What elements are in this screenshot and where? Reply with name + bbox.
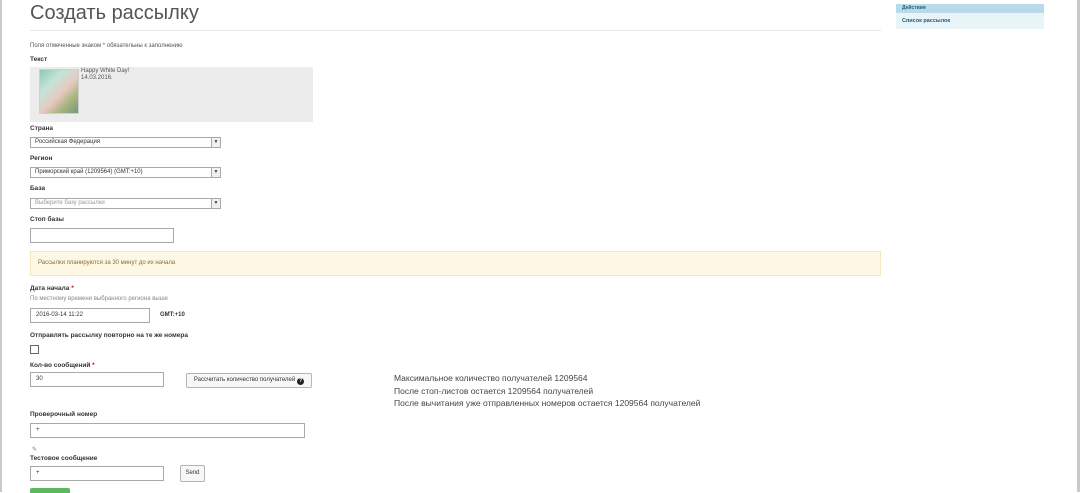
base-label: База (30, 185, 46, 192)
required-asterisk: * (92, 362, 95, 369)
test-message-label: Тестовое сообщение (30, 455, 98, 462)
base-select-placeholder: Выберите базу рассылки (35, 200, 105, 206)
region-select-value: Приморский край (1209564) (GMT:+10) (35, 169, 143, 175)
start-date-label: Дата начала * (30, 285, 74, 292)
count-label-text: Кол-во сообщений (30, 362, 91, 369)
chevron-down-icon: ▼ (211, 138, 220, 147)
window-left-border (0, 0, 2, 492)
test-message-input[interactable]: + (30, 466, 164, 481)
schedule-alert: Рассылки планируются за 30 минут до их н… (30, 251, 881, 276)
preview-line-2: 14.03.2016. (81, 75, 113, 81)
country-select-value: Российская Федерация (35, 139, 101, 145)
start-date-label-text: Дата начала (30, 285, 70, 292)
country-select[interactable]: Российская Федерация ▼ (30, 137, 221, 148)
recipients-max: Максимальное количество получателей 1209… (394, 373, 588, 383)
message-image-thumbnail (39, 69, 79, 114)
submit-button[interactable] (30, 488, 70, 493)
count-input[interactable]: 30 (30, 372, 164, 387)
start-date-hint: По местному времени выбранного региона в… (30, 296, 168, 302)
country-label: Страна (30, 125, 54, 132)
wrench-icon: ✎ (32, 447, 38, 453)
sidebar-item-mailing-list[interactable]: Список рассылок (902, 18, 950, 24)
title-divider (30, 30, 881, 31)
required-asterisk: * (71, 285, 74, 292)
timezone-label: GMT:+10 (160, 312, 185, 318)
text-label: Текст (30, 56, 48, 63)
repeat-checkbox[interactable] (30, 345, 39, 354)
calculate-recipients-button[interactable]: Рассчитать количество получателей? (186, 373, 312, 388)
page-title: Создать рассылку (30, 2, 199, 24)
chevron-down-icon: ▼ (211, 199, 220, 208)
count-label: Кол-во сообщений * (30, 362, 95, 369)
check-number-input[interactable]: + (30, 423, 305, 438)
repeat-label: Отправлять рассылку повторно на те же но… (30, 332, 188, 339)
stop-base-label: Стоп базы (30, 216, 64, 223)
calculate-recipients-label: Рассчитать количество получателей (193, 377, 296, 383)
chevron-down-icon: ▼ (211, 168, 220, 177)
required-note: Поля отмеченные знаком * обязательны к з… (30, 43, 183, 49)
check-number-label: Проверочный номер (30, 411, 98, 418)
send-button[interactable]: Send (180, 465, 205, 482)
start-date-input[interactable]: 2016-03-14 11:22 (30, 308, 150, 323)
sidebar-header: Действия (896, 4, 1044, 13)
recipients-after-sent: После вычитания уже отправленных номеров… (394, 398, 701, 408)
region-label: Регион (30, 155, 53, 162)
region-select[interactable]: Приморский край (1209564) (GMT:+10) ▼ (30, 167, 221, 178)
recipients-after-stop: После стоп-листов остается 1209564 получ… (394, 386, 594, 396)
preview-line-1: Happy White Day! (81, 68, 130, 74)
base-select[interactable]: Выберите базу рассылки ▼ (30, 198, 221, 209)
stop-base-input[interactable] (30, 228, 174, 243)
question-circle-icon: ? (297, 378, 305, 385)
